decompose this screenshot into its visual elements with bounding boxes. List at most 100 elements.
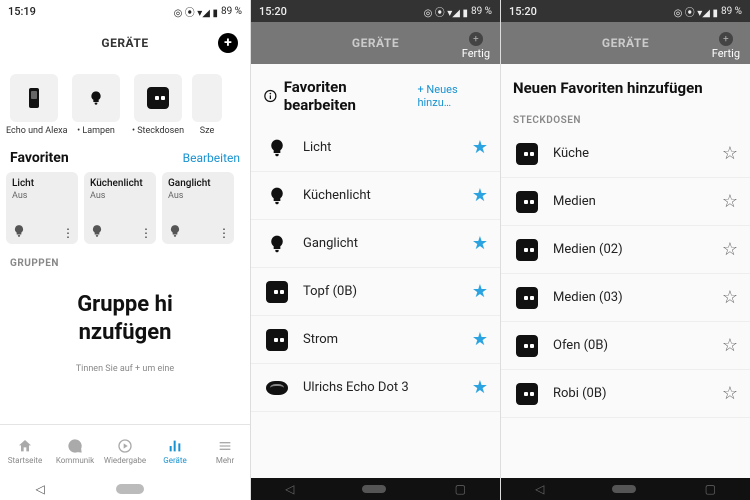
bulb-icon (12, 224, 26, 238)
category-echo[interactable]: Echo und Alexa (6, 74, 62, 136)
category-scenes[interactable]: Sze (192, 74, 222, 136)
bulb-icon (263, 230, 291, 258)
plug-icon (147, 87, 169, 109)
tile-menu-icon[interactable]: ⋮ (218, 226, 230, 240)
tile-menu-icon[interactable]: ⋮ (62, 226, 74, 240)
screen-devices-home: 15:19 ◎ ⦿ ▾◢ ▮ 89 % GERÄTE + Echo und Al… (0, 0, 250, 500)
recents-icon[interactable]: ▢ (455, 482, 466, 496)
bottom-nav: Startseite Kommunik Wiedergabe Geräte Me… (0, 424, 250, 478)
system-nav-bar: ◁ (0, 478, 250, 500)
star-outline-icon[interactable]: ☆ (722, 143, 738, 164)
home-icon[interactable] (116, 484, 144, 494)
system-nav-bar: ◁ ▢ (251, 478, 500, 500)
item-label: Licht (303, 140, 472, 155)
star-outline-icon[interactable]: ☆ (722, 383, 738, 404)
favorite-tile[interactable]: Küchenlicht Aus ⋮ (84, 172, 156, 244)
list-item[interactable]: Topf (0B) ★ (251, 268, 500, 316)
done-button[interactable]: +Fertig (462, 32, 490, 60)
recents-icon[interactable]: ▢ (705, 482, 716, 496)
list-item[interactable]: Medien (02) ☆ (501, 226, 750, 274)
favorite-tiles: Licht Aus ⋮ Küchenlicht Aus ⋮ Ganglicht … (0, 172, 250, 254)
list-item[interactable]: Küchenlicht ★ (251, 172, 500, 220)
status-icons: ◎ ⦿ ▾◢ ▮ 89 % (674, 4, 742, 19)
item-label: Küche (553, 146, 722, 161)
back-icon[interactable]: ◁ (285, 482, 294, 496)
plug-icon (513, 188, 541, 216)
clock: 15:19 (8, 5, 36, 18)
nav-home[interactable]: Startseite (0, 425, 50, 478)
home-pill-icon[interactable] (612, 485, 636, 493)
clock: 15:20 (259, 5, 287, 18)
plug-icon (513, 236, 541, 264)
status-icons: ◎ ⦿ ▾◢ ▮ 89 % (174, 4, 242, 19)
star-outline-icon[interactable]: ☆ (722, 191, 738, 212)
panel-header: Neuen Favoriten hinzufügen (501, 70, 750, 107)
star-filled-icon[interactable]: ★ (472, 377, 488, 398)
home-pill-icon[interactable] (362, 485, 386, 493)
item-label: Medien (02) (553, 242, 722, 257)
star-outline-icon[interactable]: ☆ (722, 287, 738, 308)
plug-icon (513, 140, 541, 168)
star-outline-icon[interactable]: ☆ (722, 335, 738, 356)
header: GERÄTE +Fertig (501, 22, 750, 64)
add-group-hint: Tinnen Sie auf + um eine (0, 364, 250, 374)
category-plugs[interactable]: • Steckdosen (130, 74, 186, 136)
item-label: Ofen (0B) (553, 338, 722, 353)
item-label: Küchenlicht (303, 188, 472, 203)
nav-communicate[interactable]: Kommunik (50, 425, 100, 478)
status-bar: 15:20 ◎ ⦿ ▾◢ ▮ 89 % (501, 0, 750, 22)
done-button[interactable]: +Fertig (712, 32, 740, 60)
favorite-tile[interactable]: Ganglicht Aus ⋮ (162, 172, 234, 244)
item-label: Robi (0B) (553, 386, 722, 401)
star-filled-icon[interactable]: ★ (472, 185, 488, 206)
back-icon[interactable]: ◁ (35, 482, 44, 496)
star-filled-icon[interactable]: ★ (472, 233, 488, 254)
nav-devices[interactable]: Geräte (150, 425, 200, 478)
add-new-link[interactable]: + Neues hinzu… (417, 83, 488, 109)
plus-dim-icon: + (719, 32, 733, 46)
list-item[interactable]: Robi (0B) ☆ (501, 370, 750, 418)
add-group-button[interactable]: Gruppe hi nzufügen (0, 273, 250, 364)
plug-icon (263, 278, 291, 306)
item-label: Ganglicht (303, 236, 472, 251)
add-button[interactable]: + (218, 33, 238, 53)
panel-title: Favoriten bearbeiten (284, 78, 412, 114)
echo-icon (263, 374, 291, 402)
edit-favorites-link[interactable]: Bearbeiten (183, 151, 240, 165)
groups-label: GRUPPEN (0, 254, 250, 273)
list-item[interactable]: Ganglicht ★ (251, 220, 500, 268)
header-title: GERÄTE (352, 36, 399, 50)
item-label: Topf (0B) (303, 284, 472, 299)
star-filled-icon[interactable]: ★ (472, 281, 488, 302)
content: Echo und Alexa • Lampen • Steckdosen Sze… (0, 64, 250, 424)
category-row: Echo und Alexa • Lampen • Steckdosen Sze (0, 70, 250, 144)
list-item[interactable]: Ulrichs Echo Dot 3 ★ (251, 364, 500, 412)
bulb-icon (88, 90, 104, 106)
star-filled-icon[interactable]: ★ (472, 137, 488, 158)
favorites-title: Favoriten (10, 150, 69, 166)
bulb-icon (263, 182, 291, 210)
list-item[interactable]: Ofen (0B) ☆ (501, 322, 750, 370)
nav-play[interactable]: Wiedergabe (100, 425, 150, 478)
list-item[interactable]: Küche ☆ (501, 130, 750, 178)
item-label: Medien (553, 194, 722, 209)
item-label: Strom (303, 332, 472, 347)
back-icon[interactable]: ◁ (535, 482, 544, 496)
list-item[interactable]: Licht ★ (251, 124, 500, 172)
star-outline-icon[interactable]: ☆ (722, 239, 738, 260)
panel-title: Neuen Favoriten hinzufügen (513, 79, 703, 97)
list-item[interactable]: Medien ☆ (501, 178, 750, 226)
list-item[interactable]: Medien (03) ☆ (501, 274, 750, 322)
nav-more[interactable]: Mehr (200, 425, 250, 478)
status-bar: 15:19 ◎ ⦿ ▾◢ ▮ 89 % (0, 0, 250, 22)
tile-menu-icon[interactable]: ⋮ (140, 226, 152, 240)
header-title: GERÄTE (101, 36, 148, 50)
section-plugs: STECKDOSEN (501, 107, 750, 130)
category-lamps[interactable]: • Lampen (68, 74, 124, 136)
plus-dim-icon: + (469, 32, 483, 46)
header: GERÄTE + (0, 22, 250, 64)
star-filled-icon[interactable]: ★ (472, 329, 488, 350)
header: GERÄTE +Fertig (251, 22, 500, 64)
list-item[interactable]: Strom ★ (251, 316, 500, 364)
favorite-tile[interactable]: Licht Aus ⋮ (6, 172, 78, 244)
